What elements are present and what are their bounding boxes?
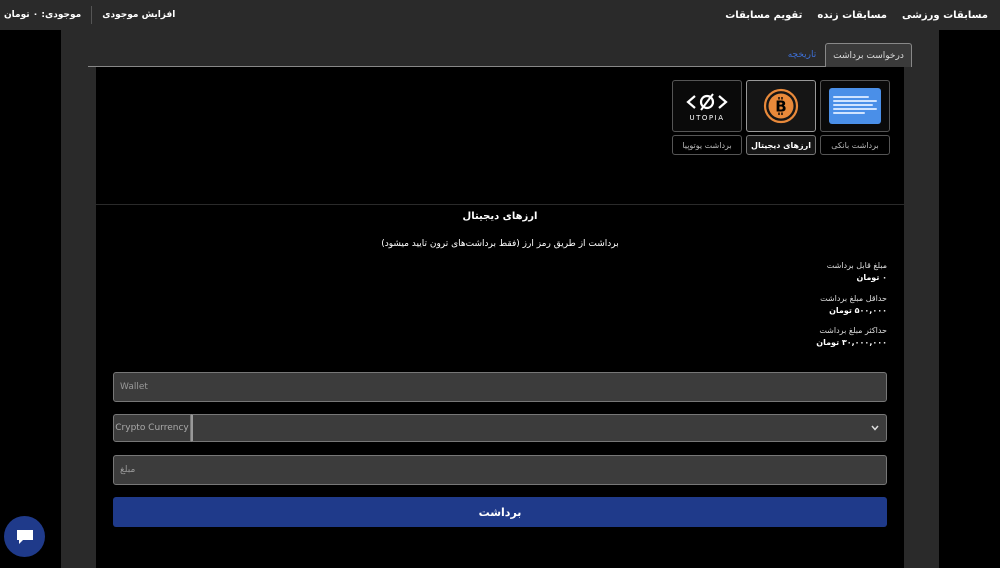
bank-card-icon bbox=[829, 88, 881, 124]
main-nav: مسابقات ورزشی مسابقات زنده تقویم مسابقات bbox=[710, 0, 988, 30]
method-bank: برداشت بانکی bbox=[820, 80, 890, 155]
method-bank-button[interactable] bbox=[820, 80, 890, 132]
method-bank-label[interactable]: برداشت بانکی bbox=[820, 135, 890, 155]
method-utopia-button[interactable]: UTOPIA bbox=[672, 80, 742, 132]
bitcoin-icon: B bbox=[763, 88, 799, 124]
method-crypto-button[interactable]: B bbox=[746, 80, 816, 132]
info-value: ۵۰۰,۰۰۰ تومان bbox=[829, 306, 887, 315]
utopia-logo-icon: UTOPIA bbox=[686, 93, 728, 122]
withdraw-methods: برداشت بانکی B ارزهای دیجیتال UTOPIA برد… bbox=[668, 80, 890, 155]
method-utopia: UTOPIA برداشت یوتوپیا bbox=[672, 80, 742, 155]
account-area: موجودی: ۰ تومان افزایش موجودی bbox=[4, 0, 175, 30]
info-value: ۳۰,۰۰۰,۰۰۰ تومان bbox=[816, 338, 887, 347]
tab-bar: درخواست برداشت تاریخچه bbox=[88, 43, 912, 67]
chat-bubble-icon bbox=[16, 529, 33, 544]
nav-match-calendar[interactable]: تقویم مسابقات bbox=[725, 10, 802, 21]
balance-display: موجودی: ۰ تومان bbox=[4, 10, 82, 20]
svg-text:B: B bbox=[775, 98, 786, 116]
wallet-input[interactable] bbox=[114, 373, 886, 401]
utopia-logo-text: UTOPIA bbox=[690, 114, 725, 122]
method-utopia-label[interactable]: برداشت یوتوپیا bbox=[672, 135, 742, 155]
tab-withdraw-request[interactable]: درخواست برداشت bbox=[825, 43, 912, 67]
crypto-currency-select[interactable] bbox=[191, 414, 887, 442]
tab-history[interactable]: تاریخچه bbox=[782, 43, 822, 67]
info-max: حداکثر مبلغ برداشت ۳۰,۰۰۰,۰۰۰ تومان bbox=[587, 326, 887, 347]
top-navbar: مسابقات ورزشی مسابقات زنده تقویم مسابقات… bbox=[0, 0, 1000, 30]
info-withdrawable: مبلغ قابل برداشت ۰ تومان bbox=[587, 261, 887, 282]
content-wrapper: درخواست برداشت تاریخچه برداشت بانکی B ار… bbox=[61, 30, 939, 568]
info-min: حداقل مبلغ برداشت ۵۰۰,۰۰۰ تومان bbox=[587, 294, 887, 315]
amount-input[interactable] bbox=[114, 456, 886, 484]
nav-live-bets[interactable]: مسابقات زنده bbox=[817, 10, 887, 21]
section-title: ارزهای دیجیتال bbox=[462, 211, 538, 222]
nav-divider bbox=[91, 6, 93, 24]
crypto-currency-label: Crypto Currency bbox=[113, 414, 191, 442]
info-label: حداکثر مبلغ برداشت bbox=[819, 326, 887, 335]
info-label: حداقل مبلغ برداشت bbox=[820, 294, 887, 303]
method-crypto-label[interactable]: ارزهای دیجیتال bbox=[746, 135, 816, 155]
amount-field bbox=[113, 455, 887, 485]
chat-button[interactable] bbox=[4, 516, 45, 557]
section-description: برداشت از طریق رمز ارز (فقط برداشت‌های ت… bbox=[381, 239, 619, 249]
info-value: ۰ تومان bbox=[856, 273, 887, 282]
crypto-currency-group: Crypto Currency bbox=[113, 414, 887, 442]
method-crypto: B ارزهای دیجیتال bbox=[746, 80, 816, 155]
info-label: مبلغ قابل برداشت bbox=[826, 261, 887, 270]
withdraw-panel: برداشت بانکی B ارزهای دیجیتال UTOPIA برد… bbox=[96, 67, 904, 568]
add-funds-link[interactable]: افزایش موجودی bbox=[102, 10, 175, 20]
chevron-down-icon bbox=[871, 425, 879, 431]
wallet-field bbox=[113, 372, 887, 402]
withdraw-button[interactable]: برداشت bbox=[113, 497, 887, 527]
nav-sports-bets[interactable]: مسابقات ورزشی bbox=[902, 10, 988, 21]
section-divider bbox=[96, 204, 904, 205]
